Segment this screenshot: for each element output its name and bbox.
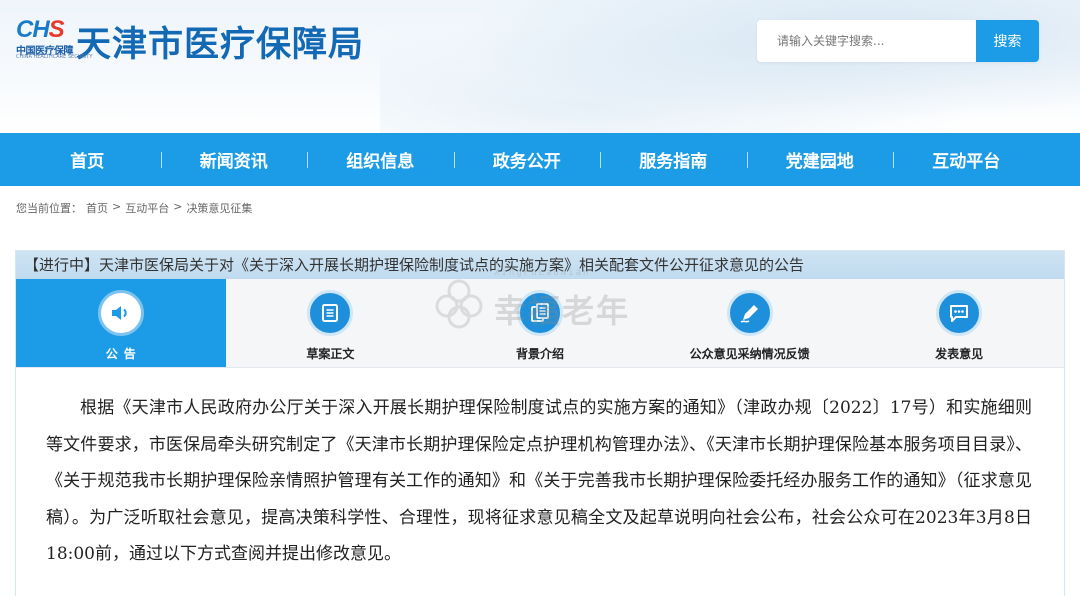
nav-item-organization[interactable]: 组织信息	[307, 147, 454, 172]
tab-background[interactable]: 背景介绍	[435, 279, 645, 367]
notice-content: 根据《天津市人民政府办公厅关于深入开展长期护理保险制度试点的实施方案的通知》（津…	[16, 368, 1064, 573]
nav-item-home[interactable]: 首页	[14, 147, 161, 172]
site-title: 天津市医疗保障局	[76, 24, 365, 65]
notice-paragraph: 根据《天津市人民政府办公厅关于深入开展长期护理保险制度试点的实施方案的通知》（津…	[46, 398, 1032, 564]
tab-announcement[interactable]: 公告	[16, 279, 226, 367]
notice-title: 【进行中】天津市医保局关于对《关于深入开展长期护理保险制度试点的实施方案》相关配…	[16, 251, 1064, 279]
chs-logo-text: CHS	[16, 16, 65, 43]
tab-label: 背景介绍	[515, 347, 564, 361]
chs-logo-mark: CHS 中国医疗保障 CHINA HEALTHCARE SECURITY	[16, 16, 92, 64]
breadcrumb-separator: >	[112, 200, 122, 213]
breadcrumb-separator: >	[173, 200, 183, 213]
site-logo[interactable]: CHS 中国医疗保障 CHINA HEALTHCARE SECURITY 天津市…	[16, 16, 365, 65]
comment-icon	[936, 290, 983, 336]
breadcrumb-current[interactable]: 决策意见征集	[186, 200, 252, 216]
tab-label: 草案正文	[306, 347, 355, 361]
tab-label: 公告	[105, 347, 142, 361]
tab-label: 发表意见	[935, 347, 984, 361]
search-bar: 搜索	[757, 20, 1039, 62]
search-input[interactable]	[757, 20, 976, 62]
breadcrumb-interaction[interactable]: 互动平台	[125, 200, 169, 216]
tab-label: 公众意见采纳情况反馈	[689, 347, 810, 361]
main-nav: 首页 新闻资讯 组织信息 政务公开 服务指南 党建园地 互动平台	[0, 133, 1080, 186]
nav-item-interaction[interactable]: 互动平台	[893, 147, 1040, 172]
tab-draft-text[interactable]: 草案正文	[226, 279, 436, 367]
breadcrumb-prefix: 您当前位置：	[16, 202, 82, 215]
breadcrumb-home[interactable]: 首页	[86, 200, 108, 216]
notice-panel: 【进行中】天津市医保局关于对《关于深入开展长期护理保险制度试点的实施方案》相关配…	[15, 250, 1065, 596]
tab-feedback[interactable]: 公众意见采纳情况反馈	[645, 279, 855, 367]
notice-tabs: 公告 草案正文 背景介绍 公众意见采纳情况反馈 发表意见	[16, 279, 1064, 368]
document-icon	[307, 290, 354, 336]
nav-item-service-guide[interactable]: 服务指南	[600, 147, 747, 172]
speaker-icon	[97, 290, 144, 336]
site-header: CHS 中国医疗保障 CHINA HEALTHCARE SECURITY 天津市…	[0, 0, 1080, 133]
documents-icon	[516, 290, 563, 336]
edit-icon	[726, 290, 773, 336]
nav-item-government-affairs[interactable]: 政务公开	[453, 147, 601, 172]
tab-comment[interactable]: 发表意见	[854, 279, 1064, 367]
logo-english-subtitle: CHINA HEALTHCARE SECURITY	[16, 54, 93, 60]
nav-item-news[interactable]: 新闻资讯	[160, 147, 308, 172]
breadcrumb: 您当前位置： 首页 > 互动平台 > 决策意见征集	[16, 200, 252, 216]
nav-item-party-building[interactable]: 党建园地	[746, 147, 894, 172]
search-button[interactable]: 搜索	[976, 20, 1039, 62]
